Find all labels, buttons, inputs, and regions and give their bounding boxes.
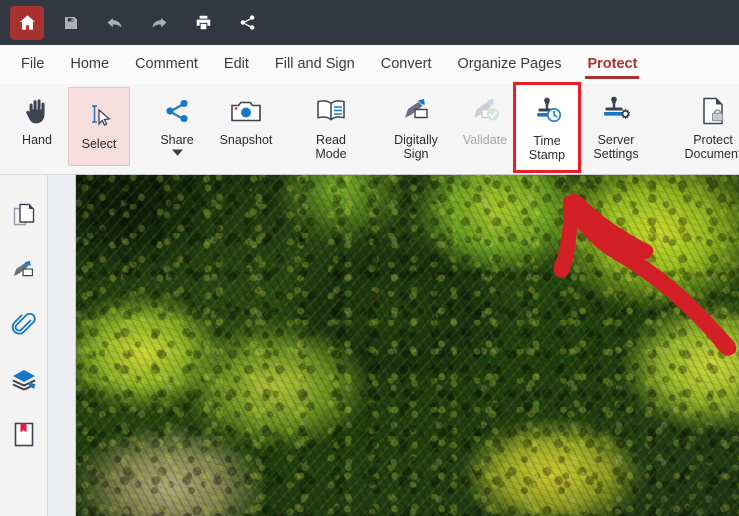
read-mode-line1: Read xyxy=(316,133,346,147)
server-settings-icon xyxy=(600,93,632,129)
tab-protect[interactable]: Protect xyxy=(574,52,650,79)
paperclip-icon xyxy=(11,312,37,338)
home-button[interactable] xyxy=(10,5,44,40)
ribbon-time-stamp-label: Time Stamp xyxy=(529,134,565,162)
ribbon-snapshot-tool[interactable]: Snapshot xyxy=(208,84,284,174)
hand-icon xyxy=(24,93,50,129)
print-button[interactable] xyxy=(186,6,220,40)
ribbon-digitally-sign-label: Digitally Sign xyxy=(394,133,438,161)
tab-fill-and-sign[interactable]: Fill and Sign xyxy=(262,52,368,78)
share-button[interactable] xyxy=(230,6,264,40)
tab-file[interactable]: File xyxy=(8,52,57,78)
protect-document-icon xyxy=(698,93,728,129)
ribbon-group-navigation: Hand Select xyxy=(6,84,130,174)
redo-button[interactable] xyxy=(142,6,176,40)
ribbon-validate-label: Validate xyxy=(462,133,508,147)
tab-edit[interactable]: Edit xyxy=(211,52,262,78)
time-stamp-icon xyxy=(531,94,563,130)
ribbon-protect-document-tool[interactable]: Protect Document xyxy=(670,84,739,174)
digital-sign-icon xyxy=(10,257,38,283)
bookmark-icon xyxy=(13,421,35,448)
sidebar-item-page-thumbnails[interactable] xyxy=(0,187,47,242)
save-button[interactable] xyxy=(54,6,88,40)
text-select-icon xyxy=(84,97,114,133)
ribbon-group-share: Share Snapshot xyxy=(146,84,284,174)
pages-icon xyxy=(12,202,36,228)
ribbon-group-signatures: Digitally Sign Validate Time Stamp Serve… xyxy=(378,82,654,174)
tab-organize-pages[interactable]: Organize Pages xyxy=(445,52,575,78)
printer-icon xyxy=(195,14,212,31)
sidebar-item-attachments[interactable] xyxy=(0,297,47,352)
ribbon-digitally-sign-tool[interactable]: Digitally Sign xyxy=(378,84,454,174)
layers-icon xyxy=(10,367,38,393)
time-stamp-line1: Time xyxy=(533,134,561,148)
protect-document-line2: Document xyxy=(684,147,739,161)
sidebar-item-layers[interactable] xyxy=(0,352,47,407)
ribbon-hand-tool[interactable]: Hand xyxy=(6,84,68,174)
ribbon-share-tool[interactable]: Share xyxy=(146,84,208,174)
validate-sign-icon xyxy=(468,93,502,129)
ribbon-group-protect: Protect Document xyxy=(670,84,739,174)
save-icon xyxy=(63,15,79,31)
ribbon-hand-label: Hand xyxy=(22,133,52,147)
ribbon-group-view: Read Mode xyxy=(300,84,362,174)
left-navigation-rail xyxy=(0,175,48,516)
document-viewer[interactable] xyxy=(48,175,739,516)
undo-button[interactable] xyxy=(98,6,132,40)
open-book-icon xyxy=(314,93,348,129)
tab-comment[interactable]: Comment xyxy=(122,52,211,78)
ribbon-toolbar: Hand Select Share Snapshot Read Mode Dig… xyxy=(0,82,739,175)
ribbon-share-label: Share xyxy=(160,133,194,147)
digitally-sign-line1: Digitally xyxy=(394,133,438,147)
canopy-vignette xyxy=(76,175,739,516)
camera-icon xyxy=(230,93,262,129)
time-stamp-line2: Stamp xyxy=(528,148,566,162)
quick-access-toolbar xyxy=(0,0,739,45)
redo-arrow-icon xyxy=(149,13,169,33)
read-mode-line2: Mode xyxy=(315,147,347,161)
share-nodes-icon xyxy=(239,14,256,31)
ribbon-protect-document-label: Protect Document xyxy=(685,133,739,161)
chevron-down-icon[interactable] xyxy=(171,148,184,157)
document-page[interactable] xyxy=(76,175,739,516)
tab-home[interactable]: Home xyxy=(57,52,122,78)
server-settings-line2: Settings xyxy=(593,147,639,161)
ribbon-select-label: Select xyxy=(81,137,117,151)
ribbon-server-settings-tool[interactable]: Server Settings xyxy=(578,84,654,174)
server-settings-line1: Server xyxy=(597,133,635,147)
menu-tab-bar: File Home Comment Edit Fill and Sign Con… xyxy=(0,45,739,84)
share-nodes-icon xyxy=(164,93,190,129)
ribbon-time-stamp-tool[interactable]: Time Stamp xyxy=(513,82,581,173)
digitally-sign-line2: Sign xyxy=(403,147,429,161)
protect-document-line1: Protect xyxy=(693,133,733,147)
tab-convert[interactable]: Convert xyxy=(368,52,445,78)
sidebar-item-bookmarks[interactable] xyxy=(0,407,47,462)
digital-sign-icon xyxy=(399,93,433,129)
ribbon-read-mode-label: Read Mode xyxy=(315,133,346,161)
undo-arrow-icon xyxy=(105,13,125,33)
ribbon-select-tool[interactable]: Select xyxy=(68,87,130,166)
ribbon-server-settings-label: Server Settings xyxy=(593,133,638,161)
ribbon-read-mode-tool[interactable]: Read Mode xyxy=(300,84,362,174)
ribbon-validate-tool: Validate xyxy=(454,84,516,174)
home-icon xyxy=(18,13,37,32)
application-window: File Home Comment Edit Fill and Sign Con… xyxy=(0,0,739,516)
ribbon-snapshot-label: Snapshot xyxy=(219,133,273,147)
sidebar-item-signatures[interactable] xyxy=(0,242,47,297)
